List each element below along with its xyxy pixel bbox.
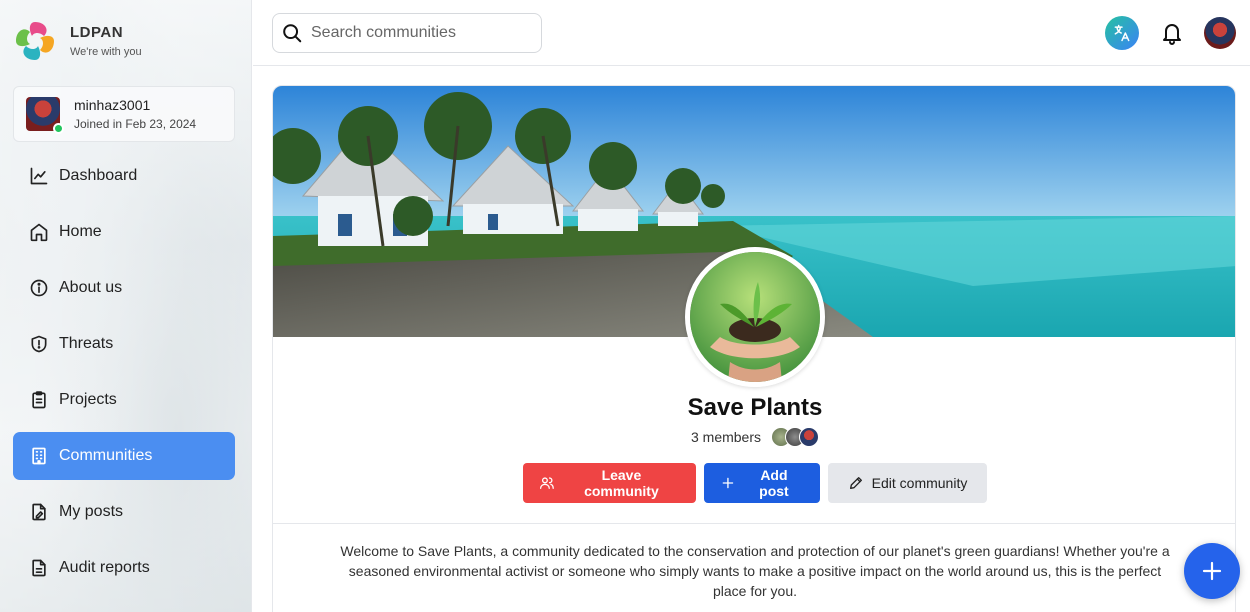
- clipboard-icon: [32, 391, 46, 409]
- translate-icon: [1114, 24, 1130, 42]
- divider: [273, 523, 1235, 524]
- sidebar-item-label: My posts: [59, 503, 124, 520]
- profile-avatar[interactable]: [1204, 17, 1236, 49]
- sidebar-item-threats[interactable]: Threats: [13, 320, 235, 368]
- floating-add-button[interactable]: [1184, 543, 1240, 599]
- brand[interactable]: LDPAN We're with you: [12, 18, 142, 64]
- community-description: Welcome to Save Plants, a community dedi…: [340, 543, 1170, 599]
- members-count: 3 members: [690, 429, 762, 445]
- sidebar-item-label: Dashboard: [59, 167, 138, 184]
- sidebar-item-communities[interactable]: Communities: [13, 432, 235, 480]
- sidebar-item-home[interactable]: Home: [13, 208, 235, 256]
- search-icon: [283, 24, 302, 43]
- bell-icon: [1163, 24, 1181, 45]
- sidebar-item-projects[interactable]: Projects: [13, 376, 235, 424]
- shield-icon: [31, 335, 47, 353]
- user-name: minhaz3001: [74, 97, 151, 113]
- notifications-button[interactable]: [1159, 18, 1185, 48]
- edit-community-button[interactable]: Edit community: [828, 463, 987, 503]
- info-icon: [30, 279, 48, 297]
- pencil-icon: [849, 477, 862, 489]
- sidebar-item-label: Audit reports: [59, 559, 150, 576]
- plus-icon: [722, 477, 734, 489]
- add-post-label: Add post: [759, 467, 789, 499]
- topbar: [253, 0, 1250, 66]
- sidebar-item-label: Communities: [59, 447, 153, 464]
- users-icon: [539, 477, 554, 489]
- edit-community-label: Edit community: [871, 475, 968, 491]
- chart-line-icon: [30, 167, 48, 185]
- user-joined-date: Joined in Feb 23, 2024: [74, 117, 197, 131]
- leave-community-label: Leave community: [584, 467, 659, 499]
- plus-icon: [1202, 561, 1222, 581]
- community-title: Save Plants: [687, 394, 823, 421]
- sidebar-item-label: Projects: [59, 391, 117, 408]
- community-card: Save Plants 3 members Leave community Ad…: [272, 85, 1236, 612]
- user-card[interactable]: minhaz3001 Joined in Feb 23, 2024: [13, 86, 235, 142]
- search-input[interactable]: [311, 24, 531, 42]
- sidebar-item-label: About us: [59, 279, 123, 296]
- sidebar-item-label: Home: [59, 223, 102, 240]
- add-post-button[interactable]: Add post: [704, 463, 820, 503]
- online-status-dot: [53, 123, 64, 134]
- file-edit-icon: [32, 503, 46, 521]
- document-icon: [32, 559, 46, 577]
- leaf-swirl-logo: [16, 22, 54, 60]
- community-actions: Leave community Add post Edit community: [273, 463, 1235, 503]
- brand-name: LDPAN: [70, 24, 124, 41]
- brand-tagline: We're with you: [70, 46, 142, 58]
- search-box[interactable]: [272, 13, 542, 53]
- avatar: [26, 97, 64, 134]
- sidebar-item-my-posts[interactable]: My posts: [13, 488, 235, 536]
- sidebar: LDPAN We're with you minhaz3001 Joined i…: [0, 0, 252, 612]
- community-avatar: [685, 247, 825, 387]
- building-icon: [32, 447, 46, 465]
- sidebar-item-about-us[interactable]: About us: [13, 264, 235, 312]
- avatar: [799, 427, 820, 447]
- translate-button[interactable]: [1105, 16, 1139, 50]
- members-row[interactable]: 3 members: [273, 427, 1235, 447]
- sidebar-item-dashboard[interactable]: Dashboard: [13, 152, 235, 200]
- leave-community-button[interactable]: Leave community: [523, 463, 696, 503]
- sidebar-item-label: Threats: [59, 335, 114, 352]
- sidebar-item-audit-reports[interactable]: Audit reports: [13, 544, 235, 592]
- sidebar-nav: Dashboard Home About us Threats Projects…: [13, 152, 235, 600]
- home-icon: [30, 223, 48, 242]
- member-avatars: [771, 427, 820, 447]
